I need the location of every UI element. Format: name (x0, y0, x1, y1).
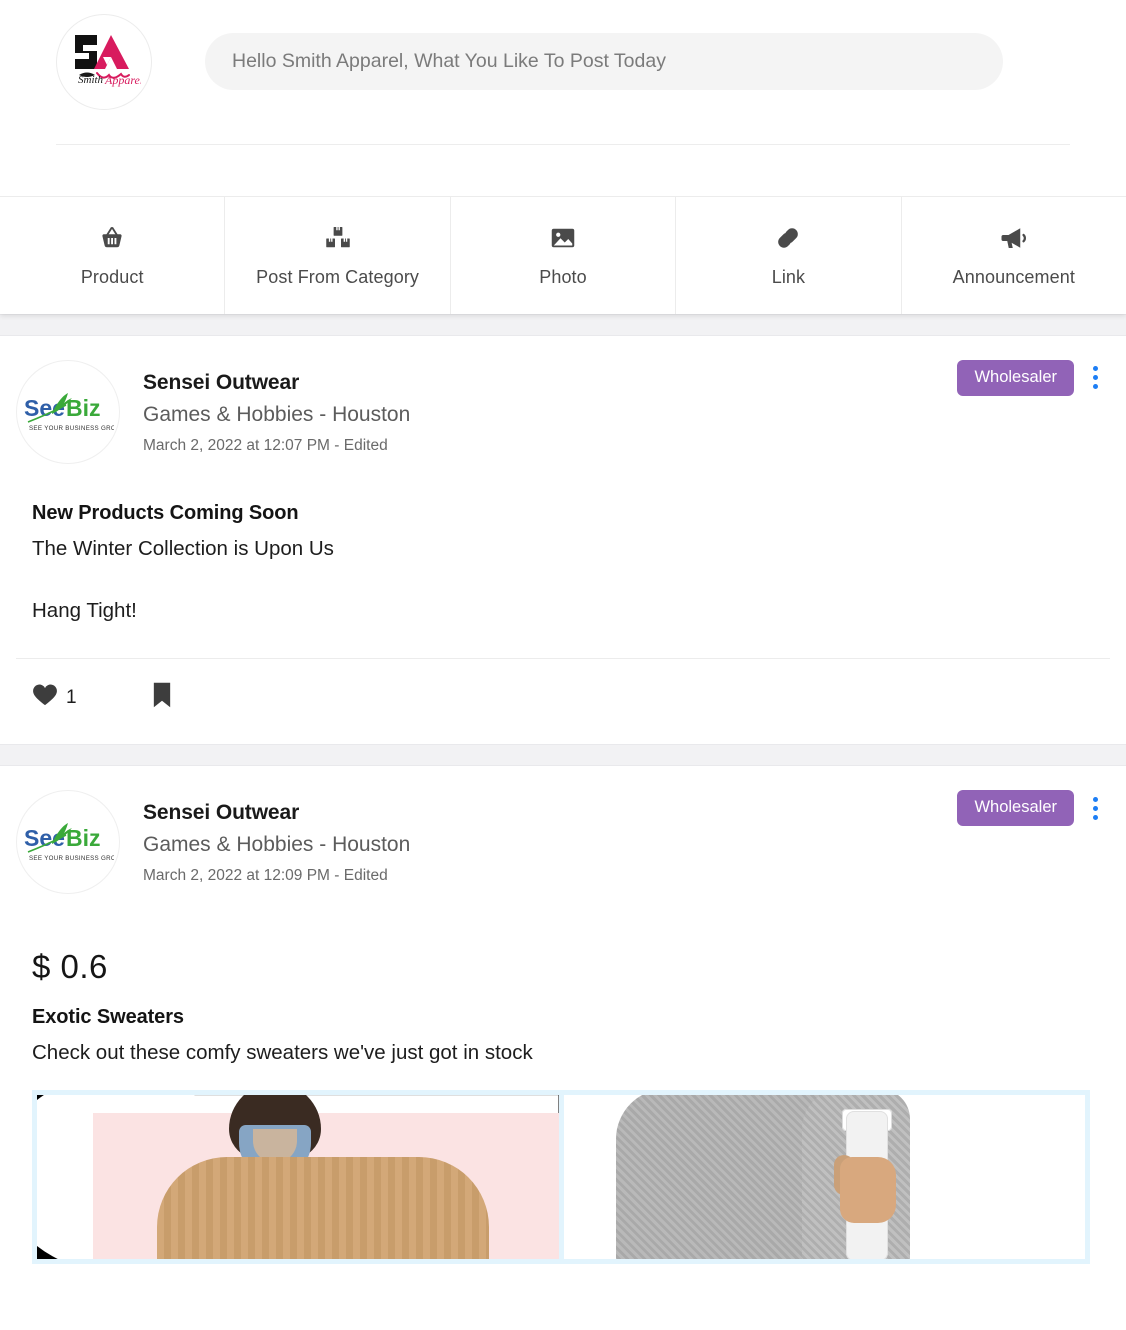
post-composer-card: Smith Apparel Product (0, 0, 1126, 314)
svg-text:SEE YOUR BUSINESS GROW: SEE YOUR BUSINESS GROW (29, 425, 114, 432)
post-timestamp: March 2, 2022 at 12:09 PM - Edited (143, 867, 388, 885)
post-title: New Products Coming Soon (32, 502, 299, 524)
avatar[interactable]: See Biz SEE YOUR BUSINESS GROW (16, 790, 120, 895)
composer-action-announcement[interactable]: Announcement (901, 197, 1126, 314)
post-header-right: Wholesaler (957, 790, 1104, 826)
heart-icon (32, 683, 58, 712)
link-icon (773, 223, 803, 253)
post-header-right: Wholesaler (957, 360, 1104, 396)
post-meta: Sensei Outwear Games & Hobbies - Houston… (143, 790, 1096, 885)
post-title: Exotic Sweaters (32, 1006, 184, 1029)
seebiz-logo-icon: See Biz SEE YOUR BUSINESS GROW (24, 823, 114, 862)
post-author-name[interactable]: Sensei Outwear (143, 797, 1096, 829)
bookmark-icon (151, 681, 173, 714)
post-text-line: The Winter Collection is Upon Us (32, 537, 334, 560)
post-body: New Products Coming Soon The Winter Coll… (0, 502, 1126, 625)
post-image[interactable] (37, 1095, 559, 1260)
post-category-location: Games & Hobbies - Houston (143, 402, 411, 426)
composer-action-link[interactable]: Link (676, 197, 902, 314)
svg-text:SEE YOUR BUSINESS GROW: SEE YOUR BUSINESS GROW (29, 855, 114, 862)
composer-action-label: Photo (539, 267, 587, 287)
feed-gap-strip (0, 744, 1126, 767)
avatar[interactable]: See Biz SEE YOUR BUSINESS GROW (16, 360, 120, 464)
post-image-gallery (32, 1090, 1090, 1265)
post-body: $ 0.6 Exotic Sweaters Check out these co… (0, 948, 1126, 1068)
feed-gap-strip (0, 314, 1126, 336)
feed-post: See Biz SEE YOUR BUSINESS GROW Sensei Ou… (0, 336, 1126, 745)
composer-action-bar: Product Post From Category Photo Link An… (0, 196, 1126, 314)
bookmark-button[interactable] (151, 681, 173, 714)
like-count: 1 (66, 686, 77, 708)
post-author-name[interactable]: Sensei Outwear (143, 367, 1096, 399)
post-composer-input[interactable] (205, 33, 1003, 90)
composer-action-photo[interactable]: Photo (450, 197, 677, 314)
smith-apparel-logo-icon: Smith Apparel (75, 35, 141, 87)
feed-post: See Biz SEE YOUR BUSINESS GROW Sensei Ou… (0, 766, 1126, 1265)
kebab-menu-icon[interactable] (1087, 793, 1104, 824)
composer-action-label: Announcement (952, 267, 1075, 287)
post-timestamp: March 2, 2022 at 12:07 PM - Edited (143, 436, 388, 454)
like-button[interactable]: 1 (32, 683, 77, 712)
product-price: $ 0.6 (32, 948, 108, 986)
svg-text:Apparel: Apparel (104, 73, 141, 87)
composer-action-label: Product (80, 267, 144, 287)
status-badge[interactable]: Wholesaler (957, 790, 1074, 826)
post-text-line: Hang Tight! (32, 598, 137, 622)
post-header: See Biz SEE YOUR BUSINESS GROW Sensei Ou… (0, 336, 1126, 464)
composer-action-label: Post From Category (256, 267, 420, 287)
status-badge[interactable]: Wholesaler (957, 360, 1074, 396)
image-icon (548, 223, 578, 253)
post-image[interactable] (563, 1095, 1085, 1260)
post-meta: Sensei Outwear Games & Hobbies - Houston… (143, 360, 1096, 455)
composer-divider (56, 144, 1070, 145)
megaphone-icon (999, 223, 1029, 253)
post-text-line: Check out these comfy sweaters we've jus… (32, 1041, 533, 1065)
basket-icon (97, 223, 127, 253)
post-category-location: Games & Hobbies - Houston (143, 832, 411, 856)
boxes-icon (323, 223, 353, 253)
avatar[interactable]: Smith Apparel (56, 14, 152, 110)
composer-action-post-from-category[interactable]: Post From Category (225, 197, 451, 314)
svg-text:Smith: Smith (78, 74, 104, 86)
composer-action-product[interactable]: Product (0, 197, 226, 314)
composer-top-row: Smith Apparel (0, 0, 1126, 139)
post-header: See Biz SEE YOUR BUSINESS GROW Sensei Ou… (0, 766, 1126, 895)
post-action-row: 1 (0, 659, 1126, 744)
composer-action-label: Link (771, 267, 806, 287)
seebiz-logo-icon: See Biz SEE YOUR BUSINESS GROW (24, 393, 114, 432)
kebab-menu-icon[interactable] (1087, 362, 1104, 393)
